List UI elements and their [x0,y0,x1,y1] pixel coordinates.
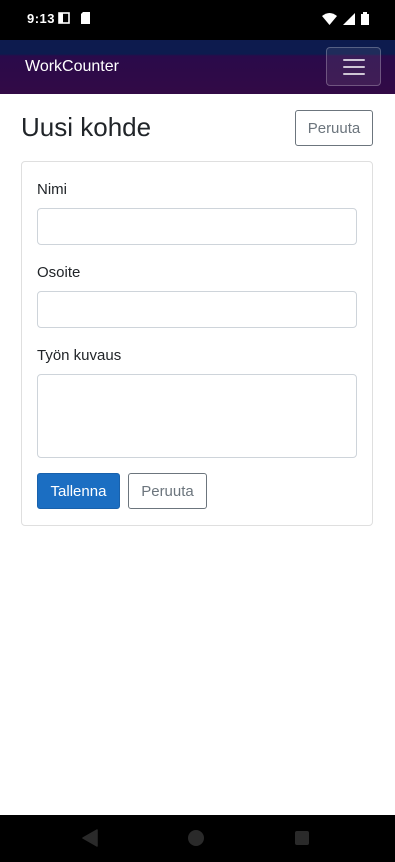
system-nav-bar [0,815,395,862]
hamburger-icon-bar [343,66,365,68]
signal-icon [343,12,355,25]
description-textarea[interactable] [37,374,357,458]
header-cancel-button[interactable]: Peruuta [295,110,373,146]
wifi-icon [322,12,337,25]
menu-toggle-button[interactable] [326,47,381,86]
page-title: Uusi kohde [21,112,152,142]
home-circle-icon[interactable] [187,829,205,847]
cancel-button[interactable]: Peruuta [128,473,207,509]
hamburger-icon [343,59,365,61]
name-label: Nimi [37,181,67,198]
sd-card-icon [81,12,90,24]
address-label: Osoite [37,264,81,281]
save-button[interactable]: Tallenna [37,473,120,509]
description-label: Työn kuvaus [37,347,122,364]
battery-icon [361,12,369,25]
brand-link[interactable]: WorkCounter [25,58,119,76]
recents-square-icon[interactable] [294,830,310,846]
hamburger-icon-bar [343,73,365,75]
back-triangle-icon[interactable] [82,829,98,847]
status-bar: 9:13 [0,0,395,40]
screen-cast-icon [58,12,70,24]
name-input[interactable] [37,208,357,245]
status-time: 9:13 [27,11,56,26]
address-input[interactable] [37,291,357,328]
